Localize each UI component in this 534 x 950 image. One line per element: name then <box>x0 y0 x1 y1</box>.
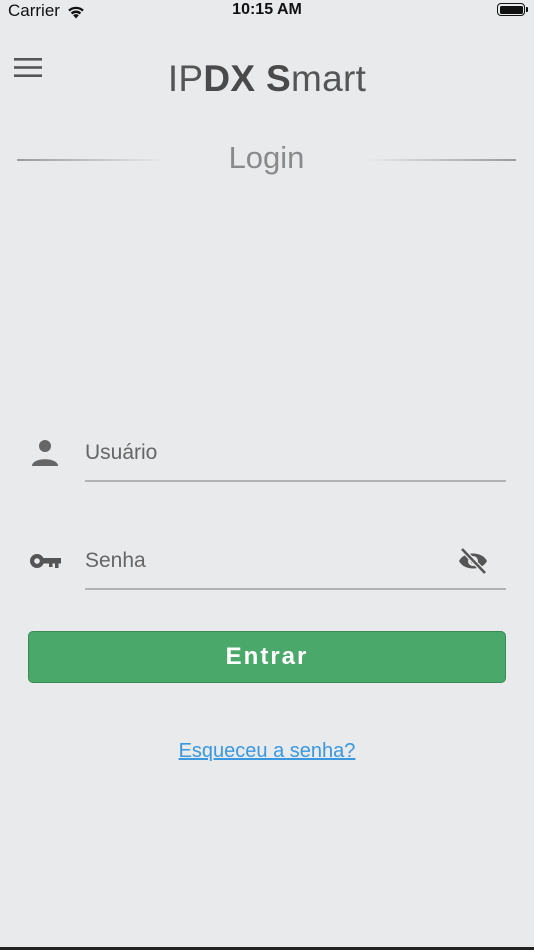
divider-line-right <box>366 159 516 161</box>
password-input[interactable] <box>85 528 506 590</box>
battery-fill <box>499 5 523 14</box>
status-bar: Carrier 10:15 AM <box>0 0 534 22</box>
battery-cap <box>526 7 528 12</box>
app-title-dx: DX <box>203 58 256 99</box>
password-field <box>28 528 506 598</box>
person-icon <box>32 440 58 466</box>
username-field <box>28 420 506 490</box>
app-title-ip: IP <box>167 58 204 99</box>
battery-icon <box>497 3 528 16</box>
forgot-password-link[interactable]: Esqueceu a senha? <box>0 740 534 763</box>
login-heading: Login <box>228 140 305 175</box>
app-title: IPDX Smart <box>0 58 534 100</box>
app-title-mart: mart <box>290 58 367 99</box>
eye-off-icon[interactable] <box>456 546 490 576</box>
login-divider: Login <box>17 140 516 178</box>
app-title-space <box>255 58 266 99</box>
app-title-s: S <box>265 58 291 99</box>
key-icon <box>30 554 61 568</box>
login-submit-button[interactable]: Entrar <box>28 631 506 683</box>
username-input[interactable] <box>85 420 506 482</box>
status-time: 10:15 AM <box>232 1 302 18</box>
